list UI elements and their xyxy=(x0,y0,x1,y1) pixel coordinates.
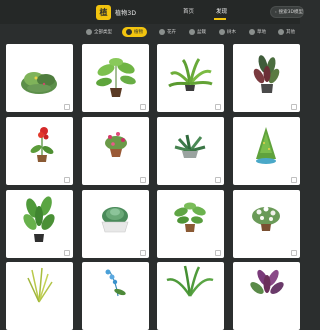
plant-icon xyxy=(126,29,132,35)
category-label: 全部类型 xyxy=(94,29,112,35)
favorite-icon[interactable] xyxy=(215,250,221,256)
favorite-icon[interactable] xyxy=(291,177,297,183)
rubber-plant-thumbnail xyxy=(233,44,300,112)
category-label: 其他 xyxy=(286,29,295,35)
model-card[interactable] xyxy=(233,190,300,258)
model-card[interactable] xyxy=(233,117,300,185)
grass-icon xyxy=(249,29,255,35)
model-card[interactable] xyxy=(233,262,300,330)
more-icon xyxy=(278,29,284,35)
grid-icon xyxy=(86,29,92,35)
model-card[interactable] xyxy=(233,44,300,112)
blue-orchid-thumbnail xyxy=(82,262,149,330)
cone-topiary-thumbnail xyxy=(233,117,300,185)
palm-plant-thumbnail xyxy=(157,262,224,330)
logo-badge-icon: 植 xyxy=(96,5,111,20)
model-card[interactable] xyxy=(82,262,149,330)
model-card[interactable] xyxy=(157,190,224,258)
search-placeholder: 搜索3D模型 xyxy=(279,9,303,15)
purple-bush-thumbnail xyxy=(233,262,300,330)
app-logo[interactable]: 植 植物3D xyxy=(96,4,136,20)
model-card[interactable] xyxy=(6,44,73,112)
aloe-bowl-thumbnail xyxy=(82,190,149,258)
category-label: 盆栽 xyxy=(197,29,206,35)
flowering-pot-thumbnail xyxy=(82,117,149,185)
favorite-icon[interactable] xyxy=(140,177,146,183)
category-pot[interactable]: 盆栽 xyxy=(185,27,210,37)
nav-discover[interactable]: 发现 xyxy=(216,7,227,15)
category-flower[interactable]: 花卉 xyxy=(155,27,180,37)
favorite-icon[interactable] xyxy=(291,250,297,256)
search-icon xyxy=(275,9,277,15)
model-card[interactable] xyxy=(157,262,224,330)
category-label: 植物 xyxy=(134,29,143,35)
model-card[interactable] xyxy=(157,44,224,112)
leafy-pot-thumbnail xyxy=(157,190,224,258)
leafy-bush-thumbnail xyxy=(6,44,73,112)
favorite-icon[interactable] xyxy=(140,104,146,110)
flower-icon xyxy=(159,29,165,35)
category-label: 草地 xyxy=(257,29,266,35)
favorite-icon[interactable] xyxy=(140,250,146,256)
pot-icon xyxy=(189,29,195,35)
category-tree[interactable]: 树木 xyxy=(215,27,240,37)
search-input[interactable]: 搜索3D模型 xyxy=(270,6,304,18)
category-grass[interactable]: 草地 xyxy=(245,27,270,37)
category-label: 树木 xyxy=(227,29,236,35)
favorite-icon[interactable] xyxy=(64,177,70,183)
app-name: 植物3D xyxy=(115,8,136,17)
tall-leaf-plant-thumbnail xyxy=(6,190,73,258)
top-bar: 植 植物3D 首页 发现 搜索3D模型 xyxy=(0,0,300,24)
category-filter-bar: 全部类型 植物 花卉 盆栽 树木 草地 其他 xyxy=(0,24,300,38)
tree-icon xyxy=(219,29,225,35)
model-card[interactable] xyxy=(82,117,149,185)
pothos-plant-thumbnail xyxy=(82,44,149,112)
category-plant[interactable]: 植物 xyxy=(122,27,147,37)
favorite-icon[interactable] xyxy=(64,250,70,256)
favorite-icon[interactable] xyxy=(64,104,70,110)
nav-active-indicator xyxy=(214,18,226,20)
red-flower-thumbnail xyxy=(6,117,73,185)
model-card[interactable] xyxy=(157,117,224,185)
category-all[interactable]: 全部类型 xyxy=(82,27,116,37)
favorite-icon[interactable] xyxy=(291,104,297,110)
model-card[interactable] xyxy=(82,44,149,112)
succulent-tray-thumbnail xyxy=(157,117,224,185)
fern-plant-thumbnail xyxy=(157,44,224,112)
favorite-icon[interactable] xyxy=(215,177,221,183)
category-other[interactable]: 其他 xyxy=(274,27,299,37)
model-card[interactable] xyxy=(82,190,149,258)
model-card[interactable] xyxy=(6,262,73,330)
favorite-icon[interactable] xyxy=(215,104,221,110)
grass-plant-thumbnail xyxy=(6,262,73,330)
category-label: 花卉 xyxy=(167,29,176,35)
nav-home[interactable]: 首页 xyxy=(183,7,194,15)
white-flower-bush-thumbnail xyxy=(233,190,300,258)
model-card[interactable] xyxy=(6,190,73,258)
model-card[interactable] xyxy=(6,117,73,185)
